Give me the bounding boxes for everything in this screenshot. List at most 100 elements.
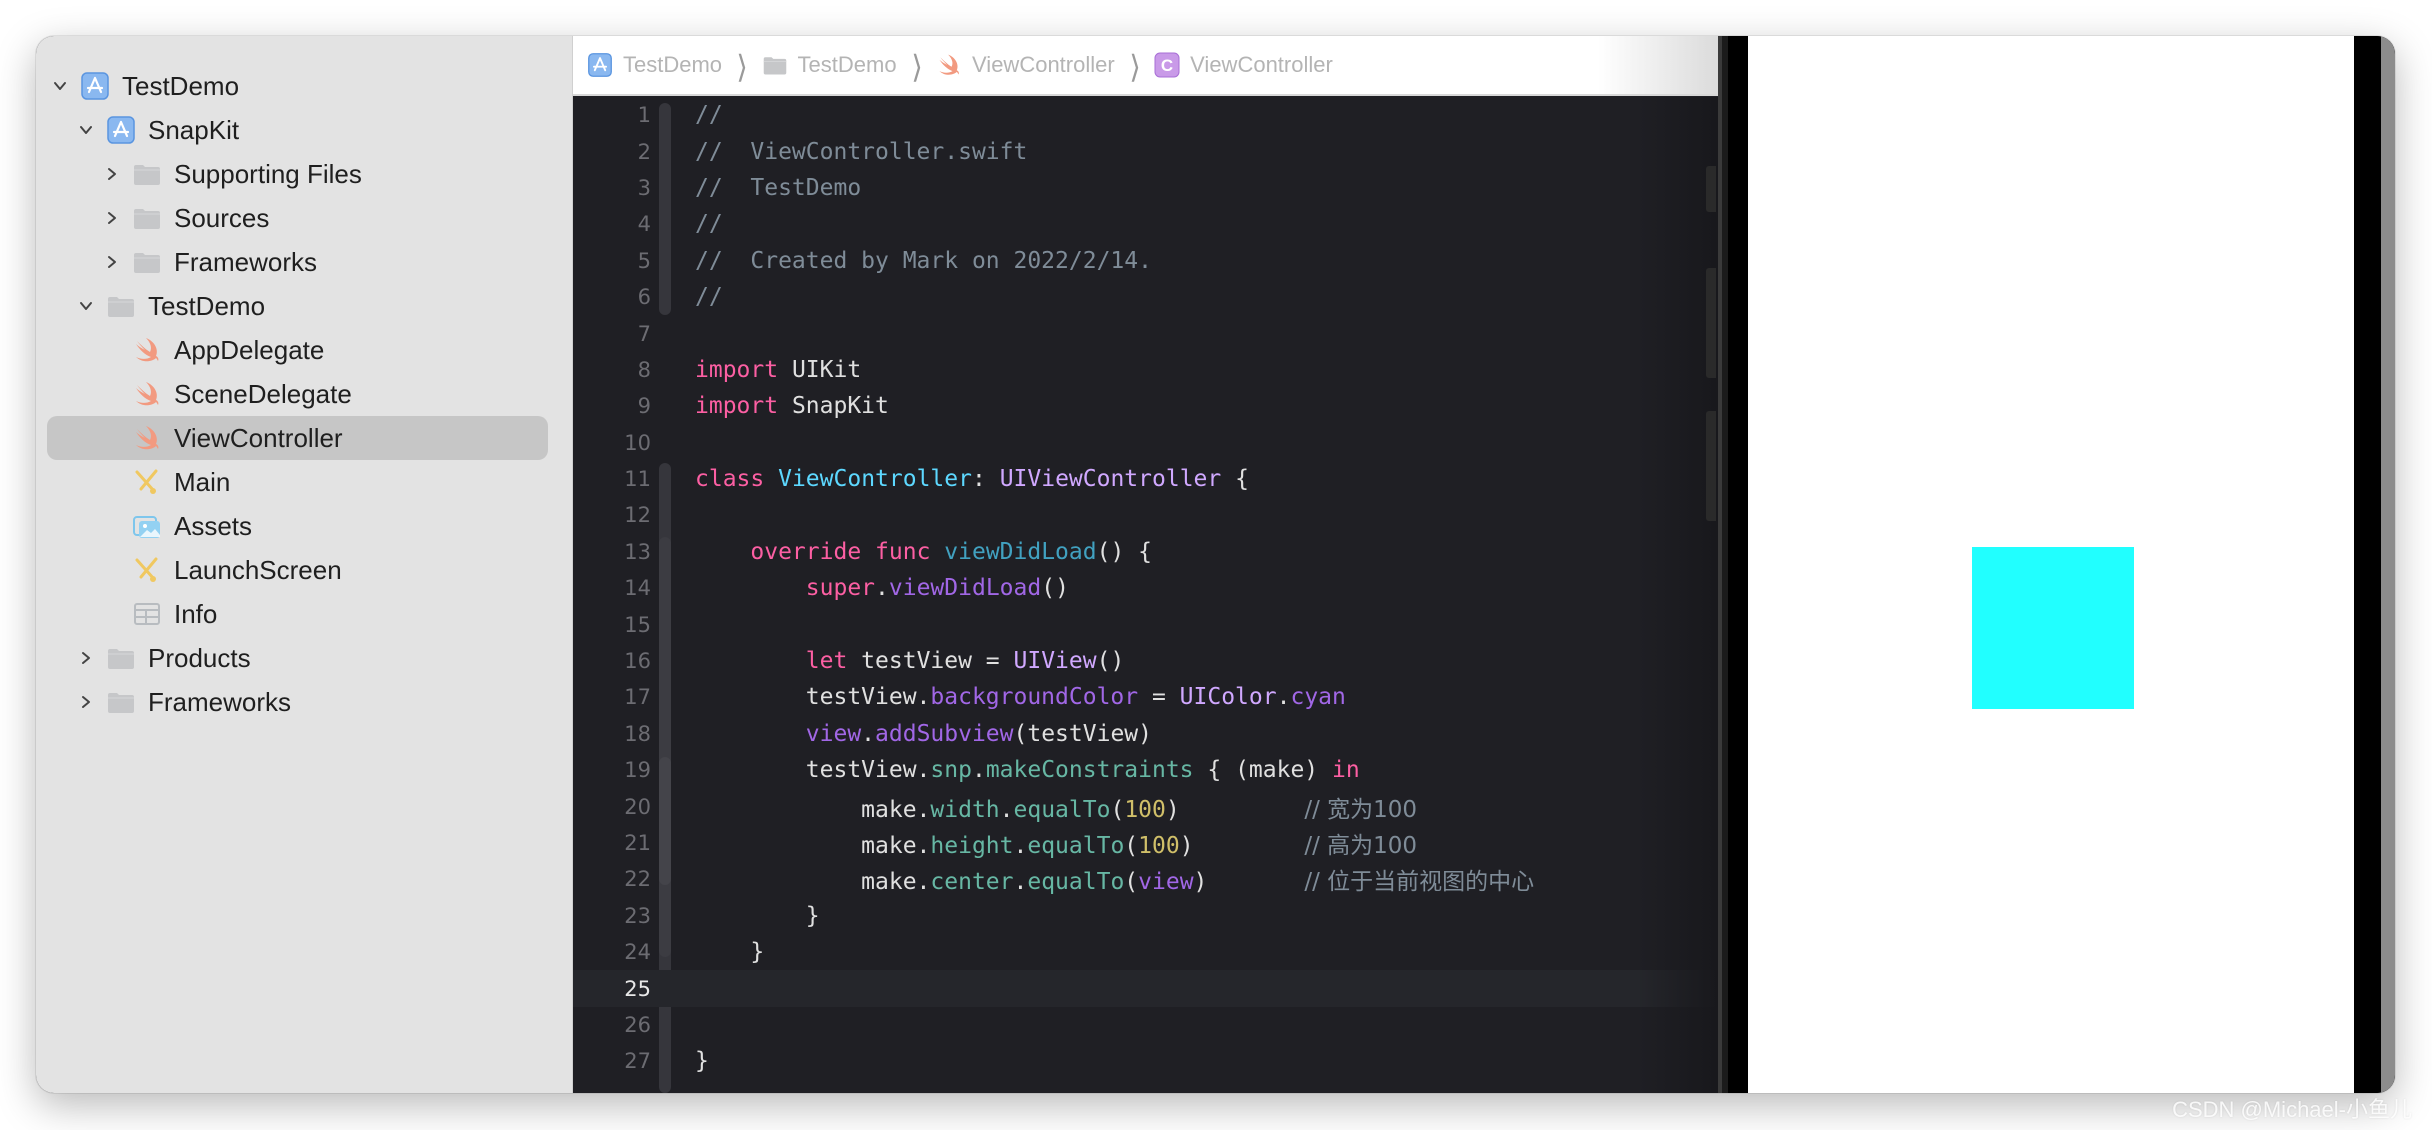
code-line[interactable]: 27}: [573, 1043, 1718, 1079]
simulator-volume-up-button[interactable]: [1706, 268, 1716, 378]
code-line[interactable]: 3 // TestDemo: [573, 170, 1718, 206]
code-text: super.viewDidLoad(): [695, 575, 1069, 601]
sidebar-item-sources[interactable]: Sources: [36, 196, 572, 240]
code-line[interactable]: 16 let testView = UIView(): [573, 643, 1718, 679]
code-token-plain: .: [1276, 684, 1291, 711]
chevron-down-icon[interactable]: [76, 296, 96, 316]
code-line[interactable]: 21 make.height.equalTo(100) // 高为100: [573, 825, 1718, 861]
code-line[interactable]: 25: [573, 970, 1718, 1007]
line-number: 12: [624, 503, 651, 528]
breadcrumb-item[interactable]: ViewController: [936, 52, 1115, 78]
code-token-proj: center: [930, 869, 1014, 896]
chevron-right-icon[interactable]: [102, 164, 122, 184]
line-number: 27: [624, 1049, 651, 1074]
code-line[interactable]: 18 view.addSubview(testView): [573, 716, 1718, 752]
sidebar-item-launchscreen[interactable]: LaunchScreen: [36, 548, 572, 592]
breadcrumb-label: TestDemo: [623, 52, 723, 77]
code-token-comment: // 位于当前视图的中心: [1304, 869, 1535, 896]
folder-icon: [106, 687, 136, 717]
breadcrumb-separator-icon: ❭: [909, 49, 924, 81]
code-line[interactable]: 10: [573, 425, 1718, 461]
code-token-plain: =: [1138, 684, 1180, 711]
code-token-method: cyan: [1290, 684, 1346, 711]
code-line[interactable]: 9 import SnapKit: [573, 388, 1718, 424]
code-token-plain: (): [1041, 575, 1069, 602]
sidebar-item-frameworks[interactable]: Frameworks: [36, 240, 572, 284]
sidebar-item-info[interactable]: Info: [36, 592, 572, 636]
code-editor[interactable]: 1 // 2 // ViewController.swift 3 // TestDemo 4…: [573, 97, 1718, 1093]
sidebar-item-scenedelegate[interactable]: SceneDelegate: [36, 372, 572, 416]
code-line[interactable]: 12: [573, 497, 1718, 533]
code-token-plain: SnapKit: [778, 393, 889, 420]
code-line[interactable]: 23 }: [573, 898, 1718, 934]
code-line[interactable]: 14 super.viewDidLoad(): [573, 570, 1718, 606]
code-token-plain: .: [1013, 869, 1028, 896]
code-token-kw: func: [875, 538, 931, 565]
line-number: 24: [624, 940, 651, 965]
breadcrumb-separator-icon: ❭: [734, 49, 749, 81]
folder-icon: [132, 159, 162, 189]
code-line[interactable]: 24 }: [573, 934, 1718, 970]
sidebar-item-supporting-files[interactable]: Supporting Files: [36, 152, 572, 196]
chevron-right-icon[interactable]: [102, 252, 122, 272]
sidebar-item-label: Frameworks: [174, 246, 318, 277]
code-line[interactable]: 2 // ViewController.swift: [573, 133, 1718, 169]
sidebar-item-main[interactable]: Main: [36, 460, 572, 504]
sidebar-item-label: SnapKit: [148, 114, 240, 145]
line-number: 26: [624, 1012, 651, 1037]
sidebar-item-products[interactable]: Products: [36, 636, 572, 680]
code-token-plain: { (make): [1193, 757, 1333, 784]
sidebar-item-testdemo[interactable]: TestDemo: [36, 284, 572, 328]
sidebar-item-viewcontroller[interactable]: ViewController: [36, 416, 572, 460]
code-line[interactable]: 1 //: [573, 97, 1718, 133]
code-line[interactable]: 15: [573, 606, 1718, 642]
sidebar-item-label: Main: [174, 466, 231, 497]
simulator-mute-switch[interactable]: [1706, 166, 1716, 212]
breadcrumb-item[interactable]: C ViewController: [1154, 52, 1333, 78]
line-number: 9: [637, 394, 651, 419]
code-line[interactable]: 20 make.width.equalTo(100) // 宽为100: [573, 788, 1718, 824]
code-line[interactable]: 11 class ViewController: UIViewController…: [573, 461, 1718, 497]
sidebar-item-appdelegate[interactable]: AppDelegate: [36, 328, 572, 372]
code-line[interactable]: 8 import UIKit: [573, 352, 1718, 388]
sidebar-item-testdemo[interactable]: TestDemo: [36, 64, 572, 108]
line-number: 3: [637, 175, 651, 200]
sidebar-item-snapkit[interactable]: SnapKit: [36, 108, 572, 152]
breadcrumb-item[interactable]: TestDemo: [762, 52, 897, 78]
chevron-down-icon[interactable]: [76, 120, 96, 140]
code-line[interactable]: 22 make.center.equalTo(view) // 位于当前视图的中…: [573, 861, 1718, 897]
svg-text:C: C: [1161, 56, 1173, 75]
line-number: 25: [624, 976, 651, 1001]
code-line[interactable]: 17 testView.backgroundColor = UIColor.cy…: [573, 679, 1718, 715]
breadcrumb-label: TestDemo: [797, 52, 897, 77]
chevron-right-icon[interactable]: [76, 692, 96, 712]
sidebar-item-label: Info: [174, 598, 218, 629]
sidebar-item-label: Supporting Files: [174, 158, 362, 189]
simulator-screen[interactable]: [1748, 36, 2354, 1093]
code-line[interactable]: 26: [573, 1007, 1718, 1043]
code-text: let testView = UIView(): [695, 648, 1125, 674]
sidebar-item-frameworks[interactable]: Frameworks: [36, 680, 572, 724]
code-line[interactable]: 4 //: [573, 206, 1718, 242]
code-token-func-decl: viewDidLoad: [944, 538, 1097, 565]
code-line[interactable]: 6 //: [573, 279, 1718, 315]
chevron-right-icon[interactable]: [76, 648, 96, 668]
code-line[interactable]: 19 testView.snp.makeConstraints { (make)…: [573, 752, 1718, 788]
chevron-right-icon[interactable]: [102, 208, 122, 228]
code-text: }: [695, 903, 820, 929]
line-number: 14: [624, 576, 651, 601]
code-token-method: backgroundColor: [930, 684, 1139, 711]
simulator-volume-down-button[interactable]: [1706, 411, 1716, 521]
code-token-plain: .: [1013, 833, 1028, 859]
chevron-down-icon[interactable]: [50, 76, 70, 96]
code-line[interactable]: 7: [573, 315, 1718, 351]
sidebar-item-assets[interactable]: Assets: [36, 504, 572, 548]
folder-icon: [106, 643, 136, 673]
code-line[interactable]: 13 override func viewDidLoad() {: [573, 534, 1718, 570]
breadcrumb-item[interactable]: TestDemo: [587, 52, 722, 78]
code-token-proj: equalTo: [1027, 833, 1125, 859]
code-token-proj: snp: [930, 757, 972, 784]
code-line[interactable]: 5 // Created by Mark on 2022/2/14.: [573, 243, 1718, 279]
code-token-plain: make.: [695, 869, 931, 896]
